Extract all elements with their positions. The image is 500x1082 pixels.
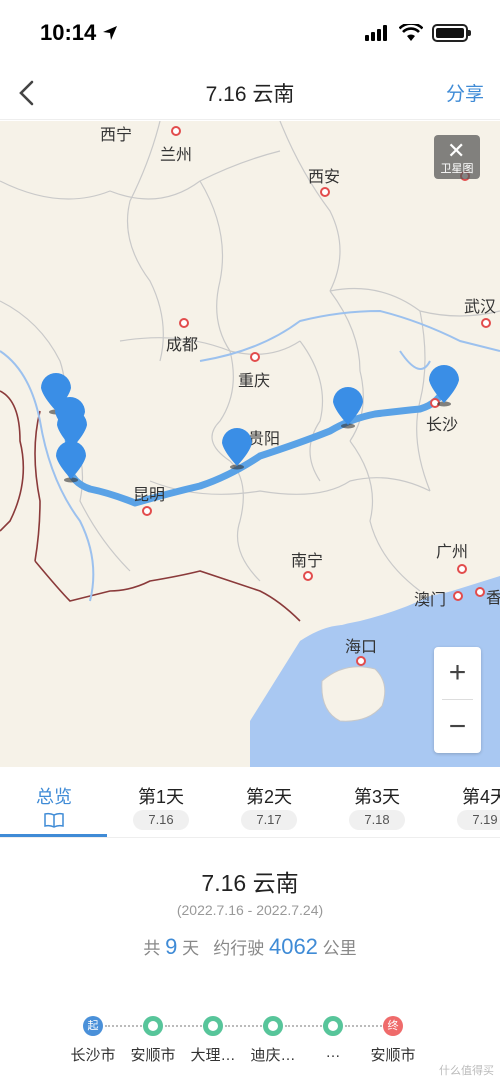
zoom-out-button[interactable]: −	[434, 701, 481, 753]
status-bar: 10:14	[0, 0, 500, 66]
route-connector	[345, 1025, 385, 1027]
tab-label: 第3天	[353, 787, 400, 807]
tab-label: 总览	[36, 787, 72, 807]
route-pin[interactable]	[220, 426, 254, 470]
tab-day-2[interactable]: 第2天 7.17	[219, 768, 319, 837]
route-connector	[165, 1025, 205, 1027]
city-label-haikou: 海口	[345, 639, 378, 656]
trip-stats: 共 9 天 约行驶 4062 公里	[0, 934, 500, 960]
city-label-macau: 澳门	[414, 592, 447, 609]
tab-day-4[interactable]: 第4天 7.19	[435, 768, 500, 837]
stop-name: 安顺市	[370, 1047, 416, 1064]
city-dot-macau	[453, 591, 463, 601]
book-icon	[44, 812, 64, 828]
tab-label: 第1天	[137, 787, 184, 807]
tab-date: 7.19	[457, 810, 500, 830]
page-title: 7.16 云南	[205, 83, 295, 106]
tab-overview[interactable]: 总览	[4, 768, 104, 837]
tab-label: 第4天	[461, 787, 500, 807]
trip-dates: (2022.7.16 - 2022.7.24)	[176, 902, 324, 918]
share-button[interactable]: 分享	[446, 79, 484, 106]
city-label-xian: 西安	[308, 169, 341, 186]
wifi-icon	[399, 24, 423, 41]
route-stops: 起 长沙市 安顺市 大理… 迪庆… … 终 安顺市	[0, 1016, 500, 1076]
city-dot-kunming	[142, 506, 152, 516]
stop-marker	[143, 1016, 163, 1036]
route-pin[interactable]	[331, 385, 365, 429]
stop-marker	[203, 1016, 223, 1036]
city-dot-nanning	[303, 571, 313, 581]
tab-label: 第2天	[245, 787, 292, 807]
city-dot-guangzhou	[457, 564, 467, 574]
city-dot-xian	[320, 187, 330, 197]
city-dot-chengdu	[179, 318, 189, 328]
trip-summary: 7.16 云南 (2022.7.16 - 2022.7.24) 共 9 天 约行…	[0, 838, 500, 1082]
city-label-nanning: 南宁	[291, 553, 324, 570]
route-pin[interactable]	[54, 439, 88, 483]
tab-date: 7.17	[241, 810, 297, 830]
city-label-kunming: 昆明	[133, 487, 166, 504]
satellite-toggle-button[interactable]: ✕ 卫星图	[434, 135, 480, 179]
satellite-label: 卫星图	[440, 163, 474, 175]
city-dot-chongqing	[250, 352, 260, 362]
km-suffix: 公里	[322, 939, 357, 958]
distance-km: 4062	[268, 934, 318, 959]
route-connector	[285, 1025, 325, 1027]
stop-marker	[323, 1016, 343, 1036]
zoom-in-button[interactable]: +	[434, 647, 481, 699]
route-connector	[225, 1025, 265, 1027]
city-dot-haikou	[356, 656, 366, 666]
map-view[interactable]: 西宁 兰州 西安 武汉 成都 重庆 长沙 贵阳 昆明 广州 南宁 澳门 香 海口…	[0, 121, 500, 767]
active-tab-indicator	[0, 834, 107, 837]
city-label-guangzhou: 广州	[436, 544, 469, 561]
city-label-wuhan: 武汉	[464, 299, 497, 316]
zoom-controls: + −	[434, 647, 481, 753]
end-marker: 终	[383, 1016, 403, 1036]
status-time: 10:14	[40, 20, 97, 45]
stop-marker	[263, 1016, 283, 1036]
city-label-chengdu: 成都	[166, 337, 199, 354]
days-prefix: 共	[143, 939, 161, 958]
days-count: 9	[165, 934, 178, 959]
city-dot-hongkong	[475, 587, 485, 597]
route-pin[interactable]	[427, 363, 461, 407]
nav-bar: 7.16 云南 分享	[0, 66, 500, 120]
tab-day-1[interactable]: 第1天 7.16	[111, 768, 211, 837]
tab-day-3[interactable]: 第3天 7.18	[327, 768, 427, 837]
tab-date: 7.16	[133, 810, 189, 830]
route-connector	[105, 1025, 145, 1027]
zoom-divider	[442, 699, 473, 700]
city-label-chongqing: 重庆	[238, 373, 271, 390]
city-label-lanzhou: 兰州	[160, 147, 193, 164]
days-suffix: 天	[182, 939, 200, 958]
city-label-hongkong: 香	[486, 590, 500, 607]
battery-icon	[432, 24, 471, 42]
location-arrow-icon	[103, 26, 117, 40]
start-marker: 起	[83, 1016, 103, 1036]
trip-title: 7.16 云南	[201, 870, 299, 896]
city-label-xining: 西宁	[100, 127, 133, 144]
km-prefix: 约行驶	[213, 939, 265, 958]
watermark: 什么值得买	[439, 1065, 494, 1077]
city-dot-lanzhou	[171, 126, 181, 136]
cellular-signal-icon	[365, 25, 387, 41]
city-dot-wuhan	[481, 318, 491, 328]
tab-date: 7.18	[349, 810, 405, 830]
city-label-changsha: 长沙	[426, 417, 459, 434]
day-tabs: 总览 第1天 7.16 第2天 7.17 第3天 7.18 第4天 7.19	[0, 768, 500, 838]
